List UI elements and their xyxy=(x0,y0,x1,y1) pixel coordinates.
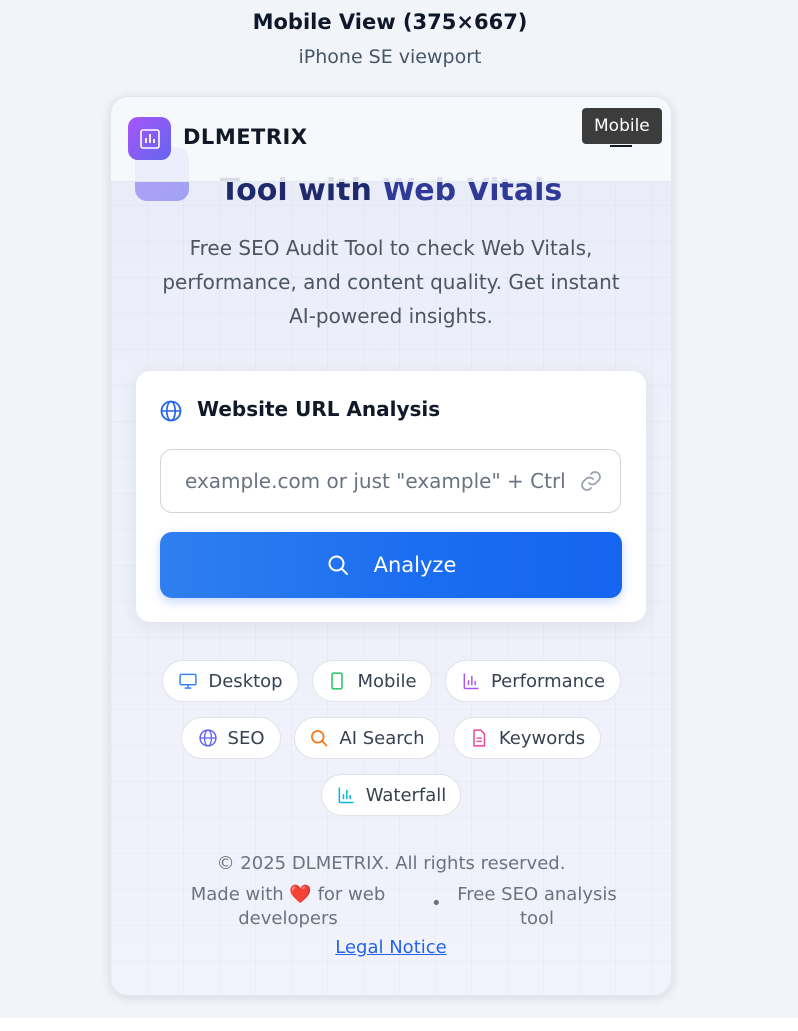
device-tooltip: Mobile xyxy=(582,108,662,144)
made-with-text: Made with xyxy=(190,884,284,905)
footer-copyright: © 2025 DLMETRIX. All rights reserved. xyxy=(216,853,566,874)
search-icon xyxy=(311,730,328,747)
brand-logo[interactable] xyxy=(128,117,171,160)
footer-separator: • xyxy=(431,893,442,914)
app-header: DLMETRIX Mobile xyxy=(111,97,671,182)
page-caption-subtitle: iPhone SE viewport xyxy=(298,46,482,68)
monitor-icon xyxy=(179,673,198,689)
chip-label: AI Search xyxy=(339,727,425,749)
chip-waterfall[interactable]: Waterfall xyxy=(321,774,461,816)
globe-icon xyxy=(160,400,182,422)
analyze-button-label: Analyze xyxy=(373,553,457,577)
footer-made-with: Made with ❤️ for web developers xyxy=(181,883,395,931)
bar-chart-icon xyxy=(338,787,354,804)
chip-label: Performance xyxy=(490,670,606,692)
footer-tagline: Free SEO analysis tool xyxy=(457,884,617,929)
bar-chart-icon xyxy=(463,673,479,690)
chip-label: Mobile xyxy=(357,670,417,692)
legal-notice-link[interactable]: Legal Notice xyxy=(111,937,671,958)
chip-keywords[interactable]: Keywords xyxy=(453,717,601,759)
hero-description: Free SEO Audit Tool to check Web Vitals,… xyxy=(162,236,620,328)
chip-label: Desktop xyxy=(208,670,283,692)
chip-label: SEO xyxy=(227,727,265,749)
smartphone-icon xyxy=(331,672,344,690)
chip-mobile[interactable]: Mobile xyxy=(312,660,432,702)
brand-name[interactable]: DLMETRIX xyxy=(183,125,308,149)
analyze-button[interactable]: Analyze xyxy=(160,532,622,598)
search-icon xyxy=(328,555,348,575)
page-caption-title: Mobile View (375×667) xyxy=(252,10,528,34)
mobile-viewport-frame: Tool with Web Vitals Free SEO Audit Tool… xyxy=(110,96,672,996)
chip-label: Keywords xyxy=(498,727,586,749)
url-input-wrapper xyxy=(160,449,621,513)
document-icon xyxy=(473,729,486,747)
chip-seo[interactable]: SEO xyxy=(181,717,281,759)
card-title: Website URL Analysis xyxy=(197,397,441,421)
heart-icon: ❤️ xyxy=(289,884,312,905)
page-bottom-strip xyxy=(0,1018,798,1031)
chip-desktop[interactable]: Desktop xyxy=(162,660,299,702)
bar-chart-icon xyxy=(139,128,160,149)
chip-performance[interactable]: Performance xyxy=(445,660,621,702)
url-input[interactable] xyxy=(185,450,565,512)
link-icon xyxy=(581,471,601,491)
globe-icon xyxy=(198,729,217,747)
chip-ai-search[interactable]: AI Search xyxy=(294,717,440,759)
chip-label: Waterfall xyxy=(365,784,447,806)
